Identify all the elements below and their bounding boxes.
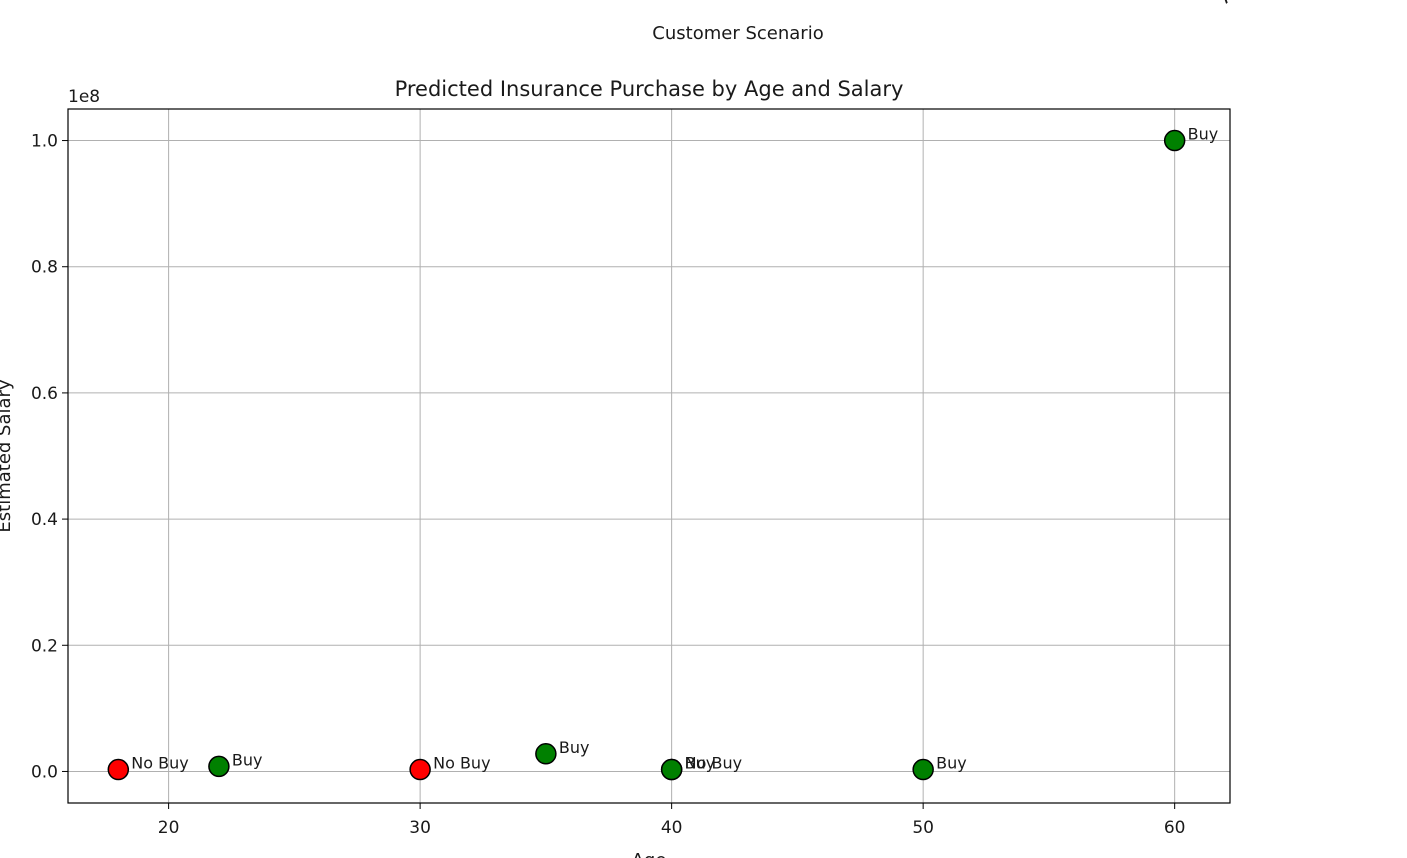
x-axis-label: Age xyxy=(632,850,667,858)
y-tick-label: 0.2 xyxy=(31,636,58,656)
y-tick-label: 1.0 xyxy=(31,132,58,152)
y-offset-label: 1e8 xyxy=(68,87,100,107)
point-label: Buy xyxy=(559,738,590,757)
x-tick-label: 20 xyxy=(158,818,180,838)
chart-title: Predicted Insurance Purchase by Age and … xyxy=(395,77,904,101)
x-tick-label: 60 xyxy=(1164,818,1186,838)
y-tick-label: 0.4 xyxy=(31,510,58,530)
data-point xyxy=(1163,129,1186,152)
grid-lines xyxy=(68,109,1230,803)
point-label: No Buy xyxy=(131,754,188,773)
data-point xyxy=(409,758,431,781)
data-point xyxy=(208,755,230,778)
corner-text-fragment: A xyxy=(1214,0,1240,8)
y-tick-label: 0.0 xyxy=(31,762,58,782)
y-tick-label: 0.6 xyxy=(31,384,58,404)
data-point xyxy=(535,743,557,765)
y-tick-label: 0.8 xyxy=(31,258,58,278)
x-tick-label: 30 xyxy=(409,818,431,838)
scatter-chart: Customer Scenario A Predicted Insurance … xyxy=(0,0,1240,858)
point-label: No Buy xyxy=(433,754,490,773)
point-label: Buy xyxy=(685,754,716,773)
x-tick-label: 40 xyxy=(661,818,683,838)
data-point xyxy=(660,758,683,781)
y-axis-label: Estimated Salary xyxy=(0,379,15,533)
data-points: No Buy Buy No BuyBuyNo BuyBuy BuyBuy xyxy=(107,125,1219,781)
point-label: Buy xyxy=(232,750,263,769)
figure-suptitle: Customer Scenario xyxy=(652,23,823,44)
axis-ticks: 20 30 40 50 60 0.0 0.2 0.4 0.6 0.8 1.0 xyxy=(31,132,1186,838)
plot-frame xyxy=(67,108,1231,804)
x-tick-label: 50 xyxy=(912,818,934,838)
point-label: Buy xyxy=(1188,125,1219,144)
data-point xyxy=(107,758,130,781)
point-label: Buy xyxy=(936,754,967,773)
data-point xyxy=(912,758,934,781)
